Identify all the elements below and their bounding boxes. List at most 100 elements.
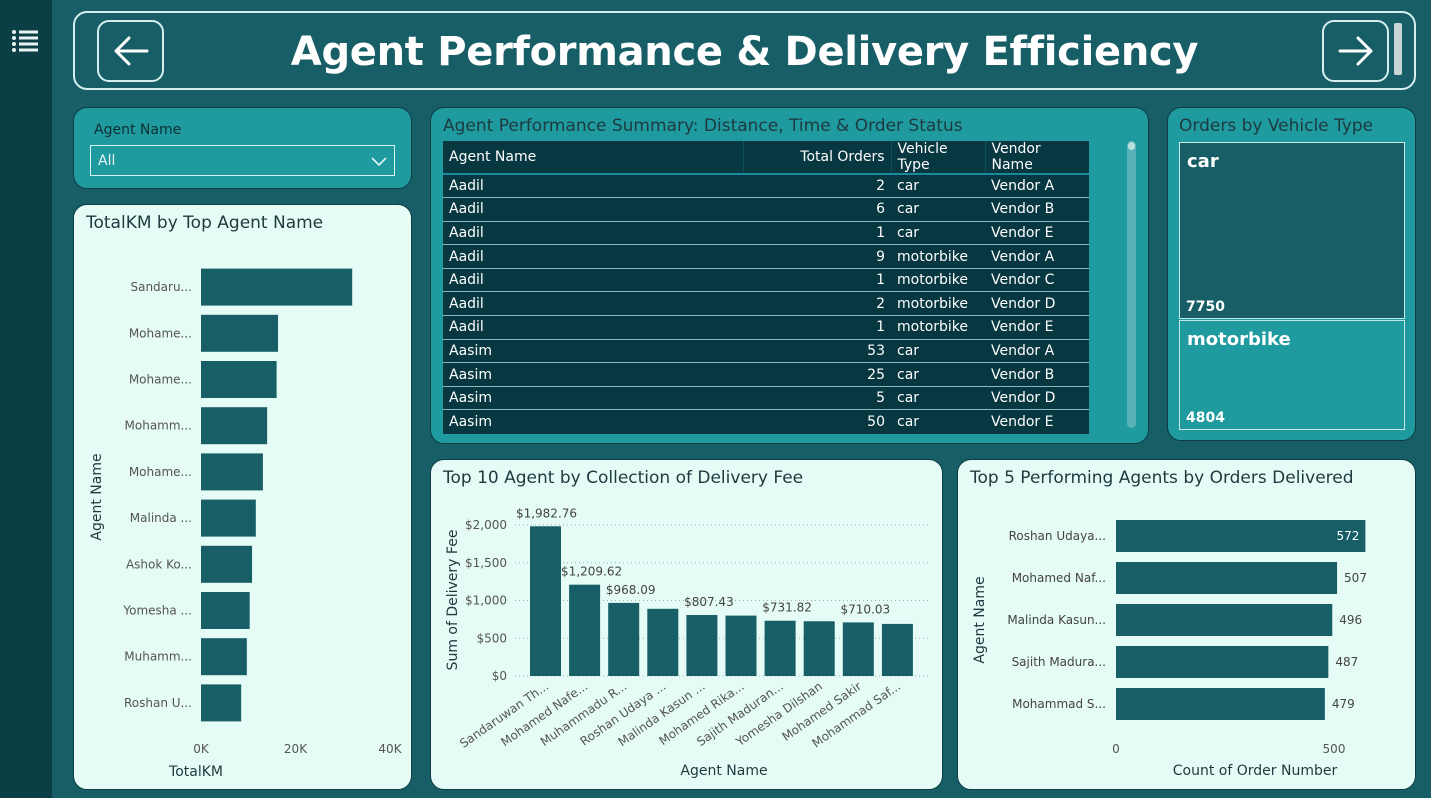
y-tick-label: Sandaru... bbox=[130, 280, 192, 294]
table-row[interactable]: Aasim 25 car Vendor B bbox=[443, 362, 1089, 387]
table-row[interactable]: Aasim 53 car Vendor A bbox=[443, 338, 1089, 363]
table-cell: car bbox=[891, 409, 985, 434]
column-header[interactable]: Vehicle Type bbox=[890, 141, 985, 175]
y-axis-title: Agent Name bbox=[972, 576, 988, 663]
data-label: $710.03 bbox=[840, 602, 890, 616]
table-cell: motorbike bbox=[891, 315, 985, 340]
summary-table-card: Agent Performance Summary: Distance, Tim… bbox=[430, 107, 1149, 444]
left-rail bbox=[0, 0, 52, 798]
treemap-tile-car[interactable]: car 7750 bbox=[1179, 142, 1405, 319]
y-tick-label: $1,500 bbox=[465, 556, 507, 570]
y-tick-label: $1,000 bbox=[465, 594, 507, 608]
table-row[interactable]: Aadil 2 car Vendor A bbox=[443, 173, 1089, 198]
table-cell: Aadil bbox=[443, 220, 743, 245]
bar bbox=[530, 526, 561, 676]
bar bbox=[686, 615, 718, 676]
column-header[interactable]: Vendor Name bbox=[984, 141, 1089, 175]
top5-agents-bar-chart: Roshan Udaya... 572 Mohamed Naf... 507 Malin… bbox=[972, 520, 1367, 779]
bar bbox=[201, 407, 268, 445]
column-header[interactable]: Total Orders bbox=[742, 141, 891, 175]
table-row[interactable]: Aadil 6 car Vendor B bbox=[443, 197, 1089, 222]
table-row[interactable]: Aasim 5 car Vendor D bbox=[443, 385, 1089, 410]
table-scrollbar[interactable] bbox=[1127, 141, 1136, 428]
table-cell: 1 bbox=[743, 220, 891, 245]
bar bbox=[201, 684, 242, 722]
page-title: Agent Performance & Delivery Efficiency bbox=[290, 29, 1199, 75]
table-row[interactable]: Aadil 9 motorbike Vendor A bbox=[443, 244, 1089, 269]
table-cell: Aadil bbox=[443, 173, 743, 198]
bar bbox=[201, 638, 247, 676]
tile-value: 7750 bbox=[1186, 299, 1225, 315]
forward-button[interactable] bbox=[1322, 20, 1389, 82]
table-cell: 50 bbox=[743, 409, 891, 434]
y-tick-label: Ashok Ko... bbox=[126, 557, 192, 571]
tile-label: car bbox=[1187, 151, 1219, 172]
y-tick-label: Yomesha ... bbox=[122, 604, 192, 618]
top5-agents-chart-card: Top 5 Performing Agents by Orders Delive… bbox=[957, 459, 1416, 790]
y-tick-label: Roshan Udaya... bbox=[1009, 529, 1106, 543]
totalkm-bar-chart: Sandaru... Mohame... Mohame... Mohamm... Moh… bbox=[89, 268, 403, 780]
bar bbox=[803, 621, 835, 676]
treemap-tile-motorbike[interactable]: motorbike 4804 bbox=[1179, 320, 1405, 430]
delivery-fee-bar-chart: $0$500$1,000$1,500$2,000$1,982.76Sandaru… bbox=[445, 506, 928, 779]
tile-label: motorbike bbox=[1187, 329, 1291, 350]
table-cell: Aadil bbox=[443, 315, 743, 340]
bar bbox=[201, 268, 353, 306]
table-cell: Aadil bbox=[443, 267, 743, 292]
bar bbox=[1116, 520, 1366, 552]
column-header[interactable]: Agent Name bbox=[443, 141, 743, 175]
arrow-right-icon bbox=[1338, 36, 1372, 66]
table-cell: car bbox=[891, 362, 985, 387]
table-cell: Vendor E bbox=[985, 220, 1089, 245]
table-cell: Vendor B bbox=[985, 197, 1089, 222]
table-cell: Aasim bbox=[443, 338, 743, 363]
x-tick-label: 0 bbox=[1112, 742, 1120, 756]
y-axis-title: Sum of Delivery Fee bbox=[445, 530, 461, 671]
table-scrollbar-thumb[interactable] bbox=[1128, 142, 1135, 150]
bar bbox=[569, 584, 601, 676]
table-row[interactable]: Aadil 1 motorbike Vendor C bbox=[443, 267, 1089, 292]
bar bbox=[201, 314, 279, 352]
table-cell: 53 bbox=[743, 338, 891, 363]
back-button[interactable] bbox=[97, 20, 164, 82]
table-cell: Aadil bbox=[443, 291, 743, 316]
table-cell: car bbox=[891, 338, 985, 363]
x-tick-label: 0K bbox=[193, 742, 210, 756]
table-cell: 1 bbox=[743, 315, 891, 340]
table-cell: Aasim bbox=[443, 409, 743, 434]
table-cell: 5 bbox=[743, 385, 891, 410]
table-cell: motorbike bbox=[891, 267, 985, 292]
bar bbox=[201, 592, 250, 629]
table-row[interactable]: Aadil 1 motorbike Vendor E bbox=[443, 315, 1089, 340]
data-label: $807.43 bbox=[684, 595, 734, 609]
table-cell: Vendor D bbox=[985, 385, 1089, 410]
table-cell: car bbox=[891, 220, 985, 245]
vehicle-treemap-card: Orders by Vehicle Type car 7750 motorbik… bbox=[1167, 107, 1416, 441]
header-scrollbar[interactable] bbox=[1394, 23, 1402, 75]
y-tick-label: Mohame... bbox=[129, 326, 192, 340]
x-axis-title: Agent Name bbox=[680, 763, 767, 779]
hamburger-list-icon[interactable] bbox=[11, 28, 39, 54]
y-tick-label: Malinda ... bbox=[130, 511, 192, 525]
y-tick-label: $2,000 bbox=[465, 518, 507, 532]
treemap-title: Orders by Vehicle Type bbox=[1179, 116, 1374, 136]
bar bbox=[608, 602, 640, 676]
table-cell: 1 bbox=[743, 267, 891, 292]
x-tick-label: 20K bbox=[284, 742, 308, 756]
table-cell: 2 bbox=[743, 291, 891, 316]
agent-name-dropdown[interactable]: All bbox=[90, 145, 395, 176]
table-row[interactable]: Aasim 50 car Vendor E bbox=[443, 409, 1089, 434]
bar bbox=[647, 608, 679, 676]
y-tick-label: $500 bbox=[476, 631, 507, 645]
table-cell: 6 bbox=[743, 197, 891, 222]
table-row[interactable]: Aadil 2 motorbike Vendor D bbox=[443, 291, 1089, 316]
table-cell: Vendor E bbox=[985, 315, 1089, 340]
table-cell: Vendor B bbox=[985, 362, 1089, 387]
bar bbox=[764, 620, 796, 676]
totalkm-chart-card: TotalKM by Top Agent Name Sandaru... Moha… bbox=[73, 204, 412, 790]
table-cell: 9 bbox=[743, 244, 891, 269]
bar bbox=[201, 499, 256, 537]
table-cell: Vendor E bbox=[985, 409, 1089, 434]
dropdown-value: All bbox=[98, 152, 116, 169]
table-row[interactable]: Aadil 1 car Vendor E bbox=[443, 220, 1089, 245]
